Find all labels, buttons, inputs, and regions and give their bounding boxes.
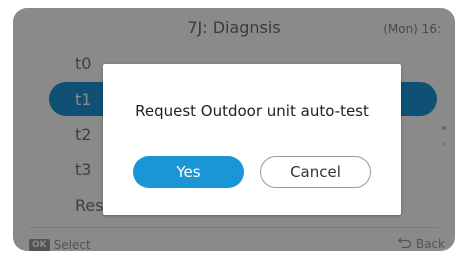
device-frame: 7J: Diagnsis (Mon) 16: t0 t1 t2 t3 Reset… bbox=[0, 0, 468, 259]
cancel-button[interactable]: Cancel bbox=[260, 156, 371, 188]
yes-button[interactable]: Yes bbox=[133, 156, 244, 188]
confirm-dialog: Request Outdoor unit auto-test Yes Cance… bbox=[103, 64, 401, 215]
dialog-message: Request Outdoor unit auto-test bbox=[135, 102, 369, 120]
screen: 7J: Diagnsis (Mon) 16: t0 t1 t2 t3 Reset… bbox=[13, 8, 455, 251]
